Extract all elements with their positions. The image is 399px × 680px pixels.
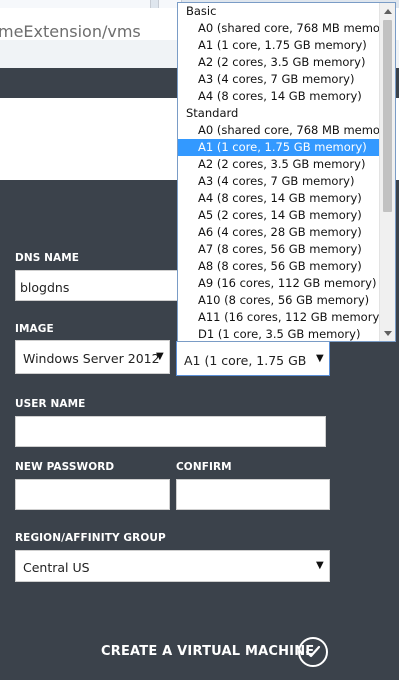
- scrollbar-thumb[interactable]: [383, 20, 392, 212]
- size-select[interactable]: A1 (1 core, 1.75 GB memory) ▼: [176, 341, 330, 376]
- region-label: REGION/AFFINITY GROUP: [15, 532, 166, 544]
- size-dropdown-list[interactable]: Basic A0 (shared core, 768 MB memory) A1…: [177, 2, 396, 342]
- check-icon: [305, 645, 321, 658]
- dns-name-input[interactable]: blogdns: [15, 270, 187, 301]
- size-select-value: A1 (1 core, 1.75 GB memory): [184, 353, 310, 368]
- option-standard-d1[interactable]: D1 (1 core, 3.5 GB memory): [178, 326, 379, 341]
- size-options: Basic A0 (shared core, 768 MB memory) A1…: [178, 3, 395, 341]
- group-label-basic: Basic: [186, 4, 217, 18]
- dropdown-scrollbar[interactable]: [379, 3, 395, 341]
- option-basic-a0[interactable]: A0 (shared core, 768 MB memory): [178, 20, 395, 37]
- option-standard-a11[interactable]: A11 (16 cores, 112 GB memory): [178, 309, 384, 326]
- image-select-value: Windows Server 2012: [23, 351, 160, 366]
- option-basic-a3[interactable]: A3 (4 cores, 7 GB memory): [178, 71, 379, 88]
- user-name-label: USER NAME: [15, 398, 86, 410]
- new-password-label: NEW PASSWORD: [15, 461, 115, 473]
- dns-name-label: DNS NAME: [15, 252, 80, 264]
- option-standard-a3[interactable]: A3 (4 cores, 7 GB memory): [178, 173, 379, 190]
- option-basic-a1[interactable]: A1 (1 core, 1.75 GB memory): [178, 37, 379, 54]
- chevron-down-icon: ▼: [156, 351, 164, 362]
- user-name-input[interactable]: [15, 416, 326, 447]
- option-standard-a1-selected[interactable]: A1 (1 core, 1.75 GB memory): [178, 139, 379, 156]
- chevron-down-icon: ▼: [316, 560, 324, 571]
- confirm-password-input[interactable]: [176, 479, 330, 510]
- confirm-label: CONFIRM: [176, 461, 232, 473]
- region-select[interactable]: Central US ▼: [15, 550, 330, 582]
- option-standard-a10[interactable]: A10 (8 cores, 56 GB memory): [178, 292, 379, 309]
- url-text: meExtension/vms: [0, 22, 141, 41]
- option-standard-a7[interactable]: A7 (8 cores, 56 GB memory): [178, 241, 379, 258]
- option-basic-a4[interactable]: A4 (8 cores, 14 GB memory): [178, 88, 379, 105]
- group-label-standard: Standard: [186, 106, 239, 120]
- scroll-down-arrow-icon[interactable]: [380, 325, 395, 341]
- create-vm-button[interactable]: [298, 637, 328, 667]
- scroll-up-arrow-icon[interactable]: [380, 3, 395, 19]
- chevron-down-icon: ▼: [316, 353, 324, 364]
- option-basic-a2[interactable]: A2 (2 cores, 3.5 GB memory): [178, 54, 379, 71]
- new-password-input[interactable]: [15, 479, 170, 510]
- option-standard-a6[interactable]: A6 (4 cores, 28 GB memory): [178, 224, 379, 241]
- region-select-value: Central US: [23, 560, 90, 575]
- image-label: IMAGE: [15, 323, 54, 335]
- create-vm-label[interactable]: CREATE A VIRTUAL MACHINE: [101, 644, 314, 659]
- option-standard-a4[interactable]: A4 (8 cores, 14 GB memory): [178, 190, 379, 207]
- option-standard-a8[interactable]: A8 (8 cores, 56 GB memory): [178, 258, 379, 275]
- option-standard-a9[interactable]: A9 (16 cores, 112 GB memory): [178, 275, 379, 292]
- image-select[interactable]: Windows Server 2012 ▼: [15, 340, 170, 374]
- dns-name-value: blogdns: [20, 280, 70, 295]
- option-standard-a0[interactable]: A0 (shared core, 768 MB memory): [178, 122, 395, 139]
- option-standard-a2[interactable]: A2 (2 cores, 3.5 GB memory): [178, 156, 379, 173]
- option-standard-a5[interactable]: A5 (2 cores, 14 GB memory): [178, 207, 379, 224]
